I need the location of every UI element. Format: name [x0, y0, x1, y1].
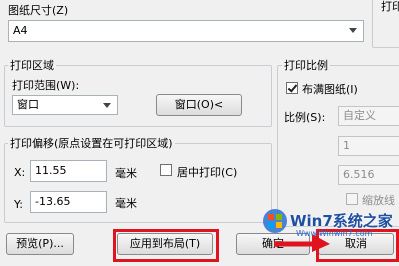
center-plot-label: 居中打印(C) — [177, 166, 238, 179]
offset-y-unit: 毫米 — [115, 197, 137, 210]
watermark-url: Www.Winwin7.com — [296, 229, 373, 238]
scale-dropdown[interactable]: 自定义 — [338, 106, 399, 126]
offset-x-label: X: — [14, 166, 26, 179]
paper-size-label: 图纸尺寸(Z) — [8, 4, 69, 17]
window-pick-button[interactable]: 窗口(O)< — [156, 94, 242, 116]
scale-value: 自定义 — [343, 109, 376, 122]
scale-value2-input[interactable]: 6.516 — [338, 165, 399, 185]
offset-x-input[interactable]: 11.55 — [30, 160, 107, 182]
paper-size-value: A4 — [13, 24, 28, 37]
apply-layout-highlight — [113, 229, 219, 262]
offset-y-input[interactable]: -13.65 — [30, 191, 107, 213]
offset-y-label: Y: — [14, 198, 23, 211]
fit-to-paper-checkbox[interactable] — [286, 82, 298, 94]
paper-size-dropdown[interactable]: A4 — [8, 20, 364, 42]
scale-label: 比例(S): — [284, 111, 326, 124]
plot-scale-title: 打印比例 — [282, 57, 330, 73]
windows-logo-icon — [263, 209, 287, 233]
center-plot-checkbox[interactable] — [160, 164, 172, 176]
plot-offset-title: 打印偏移(原点设置在可打印区域) — [8, 135, 175, 151]
fit-to-paper-label: 布满图纸(I) — [302, 83, 358, 96]
plot-area-title: 打印区域 — [8, 57, 56, 73]
plot-range-value: 窗口 — [17, 98, 39, 111]
plot-range-label: 打印范围(W): — [12, 79, 80, 92]
plot-range-dropdown[interactable]: 窗口 — [12, 95, 118, 115]
offset-x-unit: 毫米 — [115, 167, 137, 180]
right-top-label: 打印 — [379, 0, 399, 14]
chevron-down-icon — [349, 28, 357, 33]
watermark-brand: Win7系统之家 — [290, 212, 393, 230]
scale-value1-input[interactable]: 1 — [338, 136, 399, 156]
preview-button[interactable]: 预览(P)... — [6, 233, 74, 255]
watermark: Win7系统之家 Www.Winwin7.com — [262, 204, 399, 244]
chevron-down-icon — [103, 103, 111, 108]
